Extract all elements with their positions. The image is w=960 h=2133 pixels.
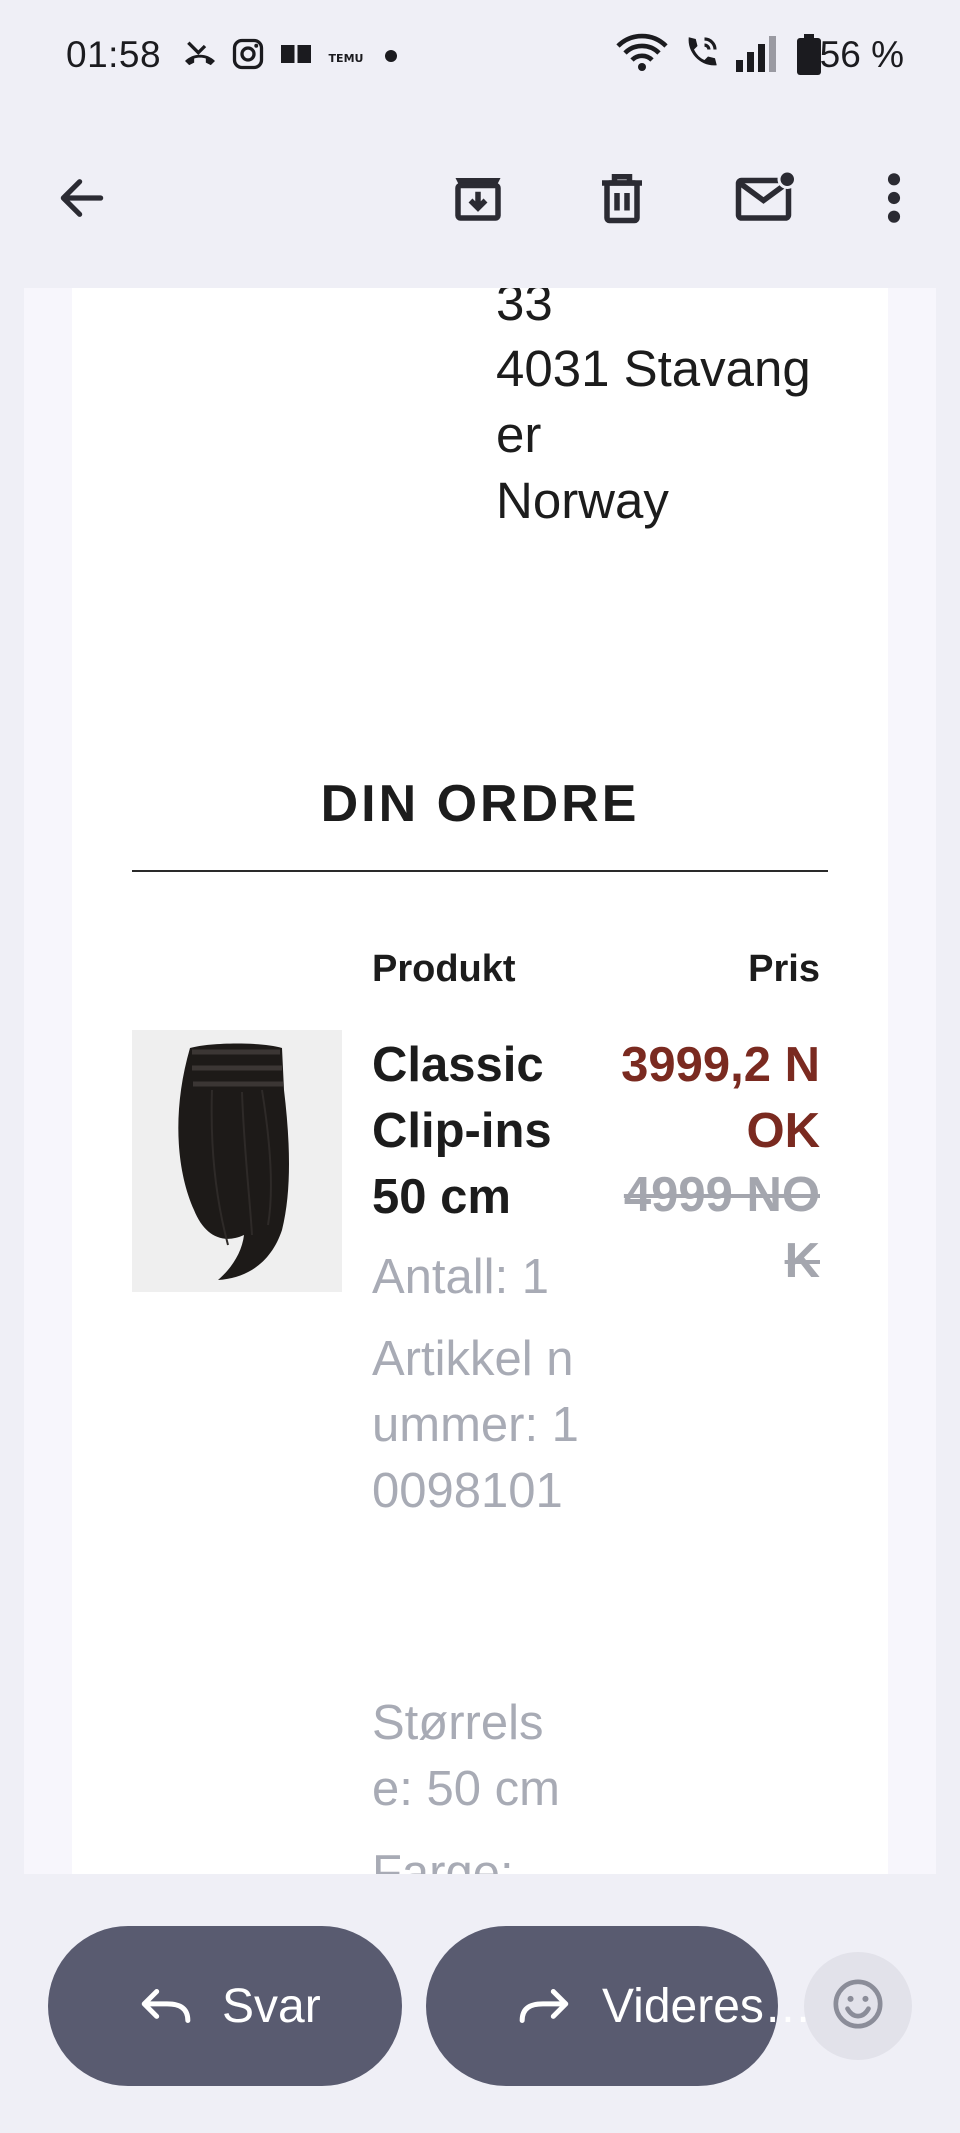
reply-button[interactable]: Svar <box>48 1926 402 2086</box>
product-size: Størrelse: 50 cm <box>372 1696 560 1816</box>
product-color-label: Farge: <box>372 1846 514 1874</box>
back-arrow-icon <box>54 170 110 231</box>
wifi-call-icon <box>680 32 722 79</box>
address-line: 33 <box>496 288 553 331</box>
dot-icon <box>383 48 399 69</box>
delete-button[interactable] <box>574 152 670 248</box>
archive-icon <box>448 168 508 233</box>
reply-action-bar: Svar Videres… <box>0 1874 960 2133</box>
status-time: 01:58 <box>66 34 162 75</box>
signal-icon <box>734 34 778 79</box>
reply-label: Svar <box>222 1979 321 2033</box>
emoji-icon <box>830 1976 886 2037</box>
archive-button[interactable] <box>430 152 526 248</box>
address-line: Norway <box>496 472 669 529</box>
column-header-price: Pris <box>748 948 820 990</box>
email-toolbar <box>0 112 960 288</box>
wifi-icon <box>616 32 668 79</box>
email-body[interactable]: 33 4031 Stavanger Norway DIN ORDRE Produ… <box>24 288 936 1874</box>
article-number: Artikkel nummer: 10098101 <box>372 1332 579 1518</box>
missed-call-icon <box>180 36 220 81</box>
reply-icon <box>138 1984 192 2028</box>
mark-unread-button[interactable] <box>718 152 814 248</box>
emoji-reaction-button[interactable] <box>804 1952 912 2060</box>
mark-unread-icon <box>733 168 799 233</box>
battery-percent: 56 % <box>819 34 904 75</box>
svg-text:TEMU: TEMU <box>329 52 364 65</box>
battery-icon <box>796 34 822 81</box>
heading-divider <box>132 870 828 872</box>
current-price: 3999,2 NOK <box>621 1038 820 1158</box>
product-name[interactable]: Classic Clip-ins 50 cm <box>372 1032 572 1230</box>
column-header-product: Produkt <box>372 948 516 990</box>
more-vert-icon <box>882 170 906 231</box>
shipping-address: 33 4031 Stavanger Norway <box>496 288 836 534</box>
product-quantity: Antall: 1 <box>372 1250 550 1304</box>
address-line: 4031 Stavanger <box>496 340 811 463</box>
original-price: 4999 NOK <box>623 1168 820 1288</box>
forward-button[interactable]: Videres… <box>426 1926 812 2086</box>
forward-label: Videres… <box>602 1979 812 2033</box>
delete-icon <box>592 168 652 233</box>
forward-icon <box>518 1984 572 2028</box>
more-options-button[interactable] <box>846 152 942 248</box>
status-bar: 01:58 TEMU 56 % <box>0 0 960 112</box>
order-email-card: 33 4031 Stavanger Norway DIN ORDRE Produ… <box>72 288 888 1874</box>
order-heading: DIN ORDRE <box>320 775 640 833</box>
instagram-icon <box>230 36 266 77</box>
back-button[interactable] <box>34 152 130 248</box>
temu-icon: TEMU <box>326 44 366 73</box>
product-image[interactable] <box>132 1030 342 1292</box>
reading-icon <box>278 36 314 77</box>
